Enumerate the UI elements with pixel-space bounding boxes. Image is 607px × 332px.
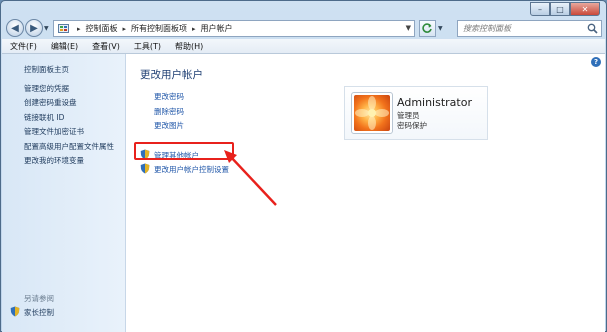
minimize-button[interactable]: –: [530, 2, 550, 16]
change-password-link[interactable]: 更改密码: [154, 91, 184, 102]
parental-controls-label: 家长控制: [24, 308, 54, 317]
maximize-button[interactable]: □: [550, 2, 570, 16]
change-uac-settings-label: 更改用户帐户控制设置: [154, 165, 229, 174]
forward-button[interactable]: ▶: [25, 19, 43, 37]
back-button[interactable]: ◀: [6, 19, 24, 37]
annotation-arrow-icon: [224, 150, 277, 206]
navigation-bar: ◀ ▶ ▼ ▸ 控制面板 ▸ 所有控制面板项 ▸ 用户帐户 ▼ ▼ 搜索控制面板: [1, 17, 606, 39]
see-also-label: 另请参阅: [24, 294, 54, 303]
search-icon[interactable]: [587, 23, 598, 36]
refresh-dropdown-icon[interactable]: ▼: [438, 25, 443, 32]
sidebar-item-control-panel-home[interactable]: 控制面板主页: [2, 63, 125, 78]
shield-icon: [10, 306, 20, 319]
breadcrumb-separator-icon[interactable]: ▸: [192, 25, 196, 33]
sidebar-item-password-reset-disk[interactable]: 创建密码重设盘: [2, 96, 125, 111]
page-title: 更改用户帐户: [140, 69, 203, 81]
close-button[interactable]: ✕: [570, 2, 600, 16]
flower-picture-icon: [354, 95, 390, 131]
user-picture[interactable]: [351, 92, 393, 134]
menu-edit[interactable]: 编辑(E): [43, 41, 84, 52]
breadcrumb-item[interactable]: 用户帐户: [201, 23, 233, 34]
caption-buttons: – □ ✕: [530, 2, 600, 16]
refresh-icon: [422, 23, 432, 33]
refresh-button[interactable]: [419, 20, 436, 37]
menu-file[interactable]: 文件(F): [2, 41, 43, 52]
user-name: Administrator: [397, 96, 472, 109]
sidebar-item-link-online-id[interactable]: 链接联机 ID: [2, 111, 125, 126]
recent-pages-dropdown-icon[interactable]: ▼: [44, 25, 49, 32]
breadcrumb-separator-icon[interactable]: ▸: [123, 25, 127, 33]
menu-view[interactable]: 查看(V): [84, 41, 126, 52]
sidebar-item-manage-credentials[interactable]: 管理您的凭据: [2, 82, 125, 97]
remove-password-link[interactable]: 删除密码: [154, 106, 184, 117]
address-bar[interactable]: ▸ 控制面板 ▸ 所有控制面板项 ▸ 用户帐户 ▼: [53, 20, 415, 37]
menu-help[interactable]: 帮助(H): [167, 41, 209, 52]
highlight-box: [134, 142, 234, 160]
menu-bar: 文件(F) 编辑(E) 查看(V) 工具(T) 帮助(H): [2, 39, 605, 54]
change-uac-settings-link[interactable]: 更改用户帐户控制设置: [140, 163, 229, 176]
parental-controls-link[interactable]: 家长控制: [10, 306, 54, 319]
breadcrumb-separator-icon: ▸: [77, 24, 81, 33]
breadcrumb-item[interactable]: 控制面板: [86, 23, 118, 34]
content-area: 控制面板主页 管理您的凭据 创建密码重设盘 链接联机 ID 管理文件加密证书 配…: [2, 54, 605, 332]
sidebar-item-environment-variables[interactable]: 更改我的环境变量: [2, 154, 125, 169]
sidebar-item-file-encryption-certificates[interactable]: 管理文件加密证书: [2, 125, 125, 140]
search-input[interactable]: [463, 21, 583, 36]
search-box[interactable]: [457, 20, 602, 37]
breadcrumb-item[interactable]: 所有控制面板项: [131, 23, 187, 34]
sidebar: 控制面板主页 管理您的凭据 创建密码重设盘 链接联机 ID 管理文件加密证书 配…: [2, 54, 126, 332]
main-panel: ? 更改用户帐户 更改密码 删除密码 更改图片 管理其他帐户 更改用户帐户控制设…: [126, 54, 605, 332]
shield-icon: [140, 163, 150, 176]
user-account-tile: Administrator 管理员 密码保护: [344, 86, 488, 140]
control-panel-icon: [58, 23, 69, 34]
change-picture-link[interactable]: 更改图片: [154, 120, 184, 131]
address-dropdown-icon[interactable]: ▼: [406, 24, 411, 32]
password-status: 密码保护: [397, 121, 427, 130]
help-icon[interactable]: ?: [591, 57, 601, 67]
menu-tools[interactable]: 工具(T): [126, 41, 167, 52]
sidebar-item-advanced-profile-properties[interactable]: 配置高级用户配置文件属性: [2, 140, 125, 155]
control-panel-window: – □ ✕ ◀ ▶ ▼ ▸ 控制面板 ▸ 所有控制面板项 ▸ 用户帐户 ▼ ▼ …: [0, 0, 607, 332]
